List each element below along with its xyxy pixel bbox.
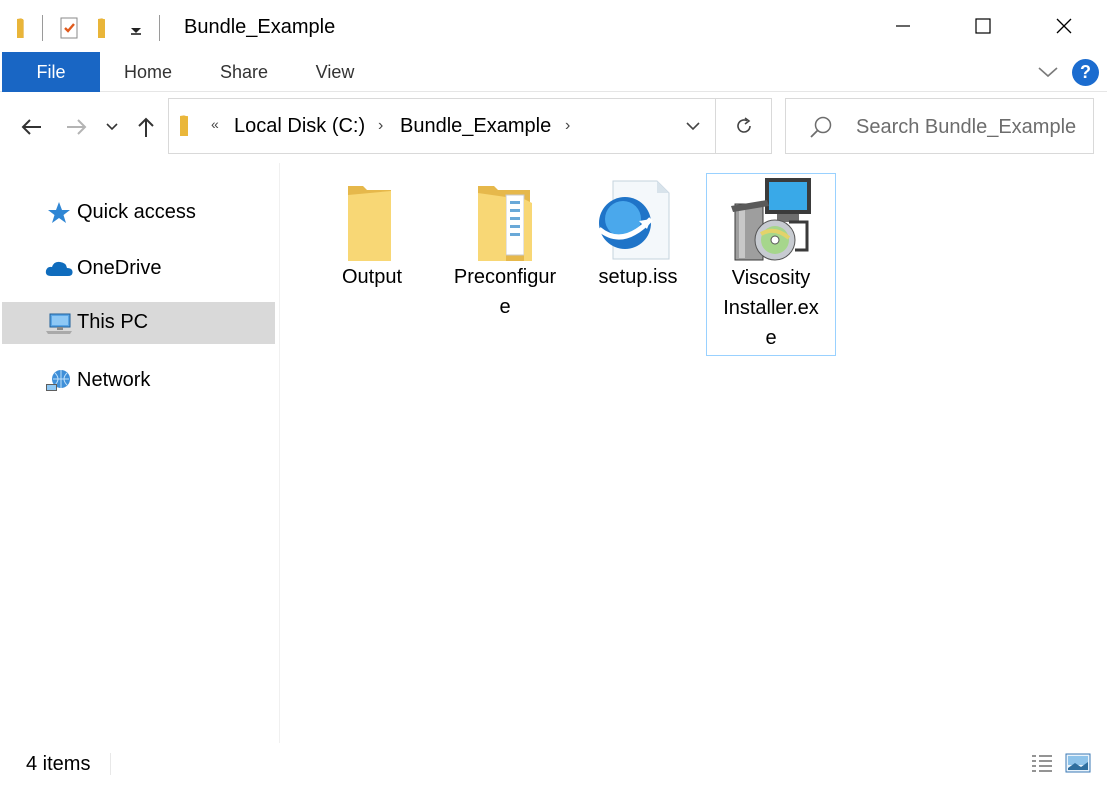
search-icon	[808, 115, 834, 141]
file-name: e	[499, 296, 511, 318]
title-bar: Bundle_Example	[0, 0, 1107, 52]
qat-divider	[42, 15, 43, 41]
sidebar-item-label: Network	[77, 369, 151, 391]
file-item-preconfigure[interactable]: Preconfigur e	[440, 175, 570, 335]
folder-icon	[175, 114, 195, 138]
breadcrumb-bundle-example[interactable]: Bundle_Example	[400, 115, 551, 138]
refresh-button[interactable]	[716, 98, 772, 154]
arrow-left-icon	[21, 119, 41, 135]
minimize-button[interactable]	[863, 0, 943, 52]
cloud-icon	[44, 256, 74, 282]
chevron-down-icon	[686, 121, 700, 130]
back-button[interactable]	[16, 110, 46, 144]
qat-dropdown-icon[interactable]	[125, 16, 147, 40]
sidebar-item-label: This PC	[77, 311, 149, 333]
properties-icon[interactable]	[57, 15, 81, 41]
file-name: Installer.ex	[723, 297, 819, 319]
minimize-icon	[896, 25, 910, 27]
large-icons-view-icon	[1065, 753, 1091, 773]
details-view-icon	[1031, 753, 1053, 773]
sidebar-item-this-pc[interactable]: This PC	[2, 302, 275, 344]
folder-documents-icon	[440, 181, 570, 267]
status-bar: 4 items	[0, 743, 1107, 785]
item-count: 4 items	[26, 753, 91, 775]
overflow-indicator[interactable]: «	[211, 116, 219, 132]
expand-ribbon-button[interactable]	[1034, 60, 1062, 84]
maximize-button[interactable]	[943, 0, 1023, 52]
folder-icon	[307, 181, 437, 267]
file-item-setup-iss[interactable]: setup.iss	[573, 175, 703, 305]
file-name: Preconfigur	[453, 266, 557, 288]
close-button[interactable]	[1024, 0, 1104, 52]
tab-share[interactable]: Share	[206, 52, 282, 92]
new-folder-icon[interactable]	[93, 16, 115, 40]
folder-icon[interactable]	[12, 16, 34, 40]
details-view-button[interactable]	[1028, 749, 1056, 777]
up-button[interactable]	[131, 110, 161, 144]
star-icon	[44, 200, 74, 226]
arrow-up-icon	[138, 117, 154, 137]
chevron-down-icon	[1038, 67, 1058, 78]
chevron-down-icon	[106, 123, 118, 131]
quick-access-toolbar	[12, 14, 160, 42]
address-history-button[interactable]	[670, 98, 716, 154]
search-box[interactable]: Search Bundle_Example	[785, 98, 1094, 154]
search-input[interactable]: Search Bundle_Example	[856, 116, 1076, 139]
tab-home[interactable]: Home	[108, 52, 188, 92]
help-button[interactable]: ?	[1072, 59, 1099, 86]
file-item-viscosity-installer[interactable]: Viscosity Installer.ex e	[706, 173, 836, 356]
installer-icon	[707, 176, 837, 262]
file-item-output[interactable]: Output	[307, 175, 437, 305]
navigation-pane: Quick access OneDrive This PC Network	[0, 163, 280, 743]
sidebar-item-label: Quick access	[77, 201, 196, 223]
sidebar-item-network[interactable]: Network	[2, 360, 275, 402]
file-name: Viscosity	[731, 267, 811, 289]
sidebar-item-label: OneDrive	[77, 257, 162, 279]
refresh-icon	[736, 117, 751, 133]
status-divider	[110, 753, 111, 775]
sidebar-item-onedrive[interactable]: OneDrive	[2, 248, 275, 290]
address-bar[interactable]: « Local Disk (C:) › Bundle_Example ›	[168, 98, 716, 154]
network-icon	[44, 368, 74, 394]
computer-icon	[44, 310, 74, 336]
file-list: Output Preconfigur e setup.iss Viscosity…	[281, 163, 1107, 743]
large-icons-view-button[interactable]	[1064, 749, 1092, 777]
close-icon	[1056, 18, 1072, 34]
ribbon-tab-bar: File Home Share View ?	[0, 52, 1107, 92]
tab-file[interactable]: File	[2, 52, 100, 92]
window-title: Bundle_Example	[184, 16, 336, 38]
breadcrumb-local-disk[interactable]: Local Disk (C:)	[234, 115, 365, 138]
breadcrumb-separator[interactable]: ›	[378, 117, 383, 135]
recent-locations-button[interactable]	[98, 110, 126, 144]
forward-button[interactable]	[62, 110, 92, 144]
file-name: setup.iss	[598, 266, 678, 288]
maximize-icon	[975, 18, 991, 34]
file-name: Output	[341, 266, 403, 288]
qat-divider	[159, 15, 160, 41]
file-name: e	[765, 327, 777, 349]
arrow-right-icon	[67, 119, 87, 135]
tab-view[interactable]: View	[300, 52, 370, 92]
sidebar-item-quick-access[interactable]: Quick access	[2, 192, 275, 234]
inno-setup-icon	[573, 179, 703, 265]
breadcrumb-separator[interactable]: ›	[565, 117, 570, 135]
